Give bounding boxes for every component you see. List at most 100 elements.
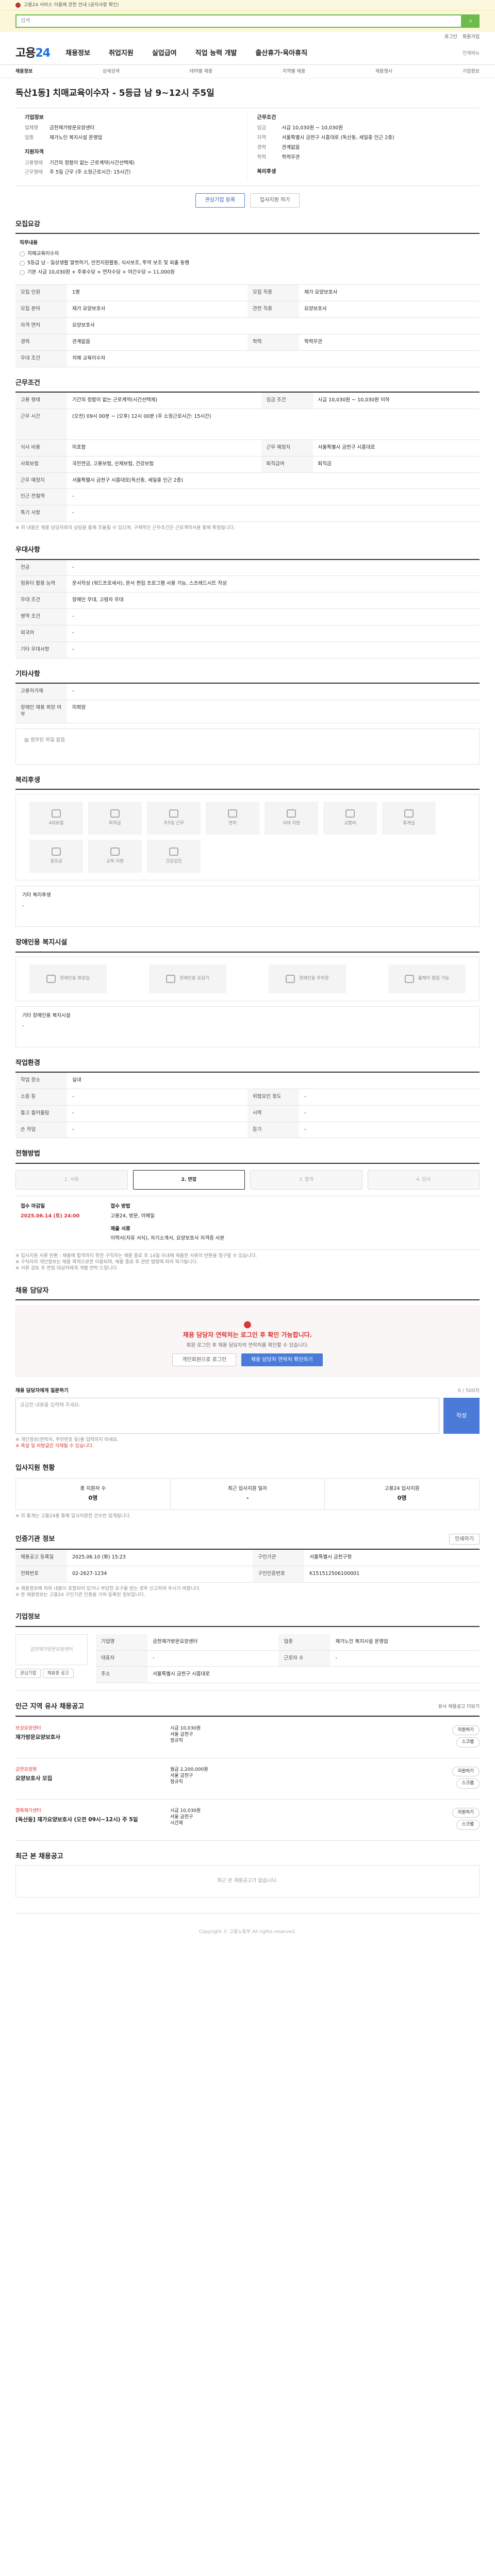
- benefit-icon: [52, 848, 61, 856]
- print-button[interactable]: 인쇄하기: [449, 1533, 480, 1545]
- apply-button[interactable]: 입사지원 하기: [250, 193, 300, 208]
- gnb-menu-3[interactable]: 실업급여: [152, 49, 177, 58]
- job-summary: 기업정보 업체명 금천재가방문요양센터 업종 재가노인 복지시설 운영업 지원자격 …: [15, 107, 480, 187]
- benefit-icon: [169, 809, 178, 818]
- scrap-button[interactable]: 스크랩: [456, 1820, 480, 1830]
- table-header-cell: 기업명: [96, 1634, 147, 1651]
- benefit-item: 교통비: [323, 802, 377, 835]
- table-header-cell: 모집 직종: [248, 285, 299, 302]
- table-row: 근무 시간 (오전) 09시 00분 ~ (오후) 12시 00분 (주 소정근로…: [15, 409, 480, 440]
- login-button[interactable]: 개인회원으로 로그인: [172, 1353, 237, 1367]
- stat-item: 고용24 입사지원 0명: [324, 1478, 479, 1510]
- summary-row: 고용형태 기간의 정함이 없는 근로계약(시간선택제): [25, 160, 135, 166]
- table-cell: 미희망: [67, 700, 480, 723]
- benefit-icon: [345, 809, 355, 818]
- notice-text[interactable]: 고용24 서비스 이용에 관한 안내 (공지사항 확인): [24, 2, 119, 8]
- table-row: 식사 비용 미포함 근무 예정지 서울특별시 금천구 시흥대로: [15, 439, 480, 456]
- table-cell: 퇴직금: [312, 456, 480, 473]
- logo[interactable]: 고용24: [15, 46, 51, 61]
- gnb-menu-5[interactable]: 출산휴가·육아휴직: [255, 49, 307, 58]
- facility-item: 장애인용 승강기: [149, 964, 226, 993]
- work-heading: 근무조건: [15, 379, 40, 387]
- login-link[interactable]: 로그인: [444, 34, 457, 40]
- join-link[interactable]: 회원가입: [463, 34, 480, 40]
- table-cell: -: [330, 1650, 480, 1667]
- qna-textarea[interactable]: 궁금한 내용을 입력해 주세요.: [15, 1398, 439, 1434]
- scrap-button[interactable]: 스크랩: [456, 1778, 480, 1789]
- table-row: 장애인 채용 희망 여부 미희망: [15, 700, 480, 723]
- search-input[interactable]: 검색: [15, 14, 462, 28]
- subnav-item-4[interactable]: 지역별 채용: [283, 69, 305, 75]
- subnav-item-2[interactable]: 상세검색: [103, 69, 120, 75]
- table-cell: 문서작성 (워드프로세서), 문서 편집 프로그램 사용 가능, 스프레드시트 …: [67, 575, 480, 593]
- list-item[interactable]: 금천요양원 요양보호사 모집 월급 2,200,000원 서울 금천구 정규직 지원하…: [15, 1757, 480, 1799]
- top-notice-bar: 고용24 서비스 이용에 관한 안내 (공지사항 확인): [0, 0, 495, 10]
- summary-row: 업종 재가노인 복지시설 운영업: [25, 135, 103, 141]
- table-header-cell: 고용허가제: [15, 684, 67, 700]
- notice-icon: [15, 3, 21, 8]
- table-row: 주소 서울특별시 금천구 시흥대로: [96, 1666, 480, 1684]
- gnb-menu-2[interactable]: 취업지원: [109, 49, 134, 58]
- table-header-cell: 학력: [248, 334, 299, 351]
- table-cell: 서울특별시 금천구청: [304, 1550, 480, 1567]
- apply-button[interactable]: 지원하기: [452, 1807, 480, 1818]
- summary-row: 학력 학력무관: [257, 154, 300, 160]
- table-header-cell: 근로자 수: [278, 1650, 331, 1667]
- table-cell: 1명: [67, 285, 248, 302]
- related-more-link[interactable]: 유사 채용공고 더보기: [438, 1704, 480, 1710]
- footer: Copyright © 고용노동부 All rights reserved.: [15, 1912, 480, 1951]
- recent-heading: 최근 본 채용공고: [15, 1852, 63, 1860]
- table-cell: -: [67, 641, 480, 658]
- table-cell: 2025.06.10 (화) 15:23: [67, 1550, 253, 1567]
- all-menu-button[interactable]: 전체메뉴: [463, 50, 480, 57]
- table-cell: 재가 요양보호사: [299, 285, 480, 302]
- table-header-cell: 컴퓨터 활용 능력: [15, 575, 67, 593]
- table-header-cell: 우대 조건: [15, 592, 67, 609]
- interest-company-button[interactable]: 관심기업 등록: [195, 193, 245, 208]
- table-row: 들고 들어올림 - 시력 -: [15, 1105, 480, 1122]
- facility-icon: [166, 974, 176, 983]
- list-item[interactable]: 행복재가센터 [독산동] 재가요양보호사 (오전 09시~12시) 주 5일 시급…: [15, 1799, 480, 1841]
- disabled-grid: 장애인용 화장실 장애인용 승강기 장애인용 주차장 휠체어 출입 가능: [15, 956, 480, 1001]
- gnb-menu-1[interactable]: 채용정보: [65, 49, 90, 58]
- table-cell: 재가노인 복지시설 운영업: [330, 1634, 480, 1651]
- qna-submit-button[interactable]: 작성: [443, 1398, 480, 1434]
- table-header-cell: 근무 예정지: [261, 439, 313, 456]
- table-cell: 실내: [67, 1073, 480, 1089]
- lock-icon: ●: [243, 1319, 252, 1330]
- table-cell: -: [67, 1122, 248, 1139]
- search-button[interactable]: ⌕: [462, 14, 480, 28]
- table-header-cell: 모집 인원: [15, 285, 67, 302]
- select-detail: 접수 마감일 2025.06.14 (토) 24:00 접수 방법 고용24, …: [15, 1195, 480, 1249]
- file-icon: ▤: [24, 737, 30, 743]
- table-header-cell: 사회보험: [15, 456, 67, 473]
- interest-button[interactable]: 관심기업: [15, 1668, 41, 1678]
- table-cell: -: [67, 1089, 248, 1106]
- table-row: 사회보험 국민연금, 고용보험, 산재보험, 건강보험 퇴직급여 퇴직금: [15, 456, 480, 473]
- scrap-button[interactable]: 스크랩: [456, 1737, 480, 1748]
- apply-button[interactable]: 지원하기: [452, 1766, 480, 1777]
- table-header-cell: 업종: [278, 1634, 331, 1651]
- qna-notes: ※ 개인정보(연락처, 주민번호 등)를 입력하지 마세요. ※ 욕설 및 비방글…: [15, 1437, 119, 1449]
- contact-section: 채용 담당자 ● 채용 담당자 연락처는 로그인 후 확인 가능합니다. 회원 …: [15, 1286, 480, 1377]
- table-header-cell: 장애인 채용 희망 여부: [15, 700, 67, 723]
- list-item[interactable]: 보성요양센터 재가방문요양보호사 시급 10,030원 서울 금천구 정규직 지원하기…: [15, 1716, 480, 1758]
- subnav-item-1[interactable]: 채용정보: [15, 69, 32, 75]
- apply-button[interactable]: 지원하기: [452, 1725, 480, 1736]
- other-section: 기타사항 고용허가제 - 장애인 채용 희망 여부 미희망 ▤ 첨부된 파일 없음: [15, 670, 480, 765]
- step-item: 4. 입사: [367, 1170, 480, 1190]
- qna-form: 궁금한 내용을 입력해 주세요. 작성: [15, 1398, 480, 1434]
- util-links: 로그인 회원가입: [0, 32, 495, 42]
- contact-reveal-button[interactable]: 채용 담당자 연락처 확인하기: [241, 1353, 323, 1367]
- table-row: 고용허가제 -: [15, 684, 480, 700]
- subnav-item-3[interactable]: 테마별 채용: [190, 69, 212, 75]
- gnb-menu-4[interactable]: 직업 능력 개발: [195, 49, 237, 58]
- subnav-item-6[interactable]: 기업정보: [463, 69, 480, 75]
- company-jobs-button[interactable]: 채용중 공고: [42, 1668, 74, 1678]
- info-section: 인증기관 정보 인쇄하기 채용공고 등록일 2025.06.10 (화) 15:23…: [15, 1533, 480, 1601]
- subnav-item-5[interactable]: 채용행사: [375, 69, 392, 75]
- table-header-cell: 들고 들어올림: [15, 1105, 67, 1122]
- benefit-icon: [404, 809, 414, 818]
- env-heading: 작업환경: [15, 1059, 40, 1067]
- table-cell: -: [67, 1105, 248, 1122]
